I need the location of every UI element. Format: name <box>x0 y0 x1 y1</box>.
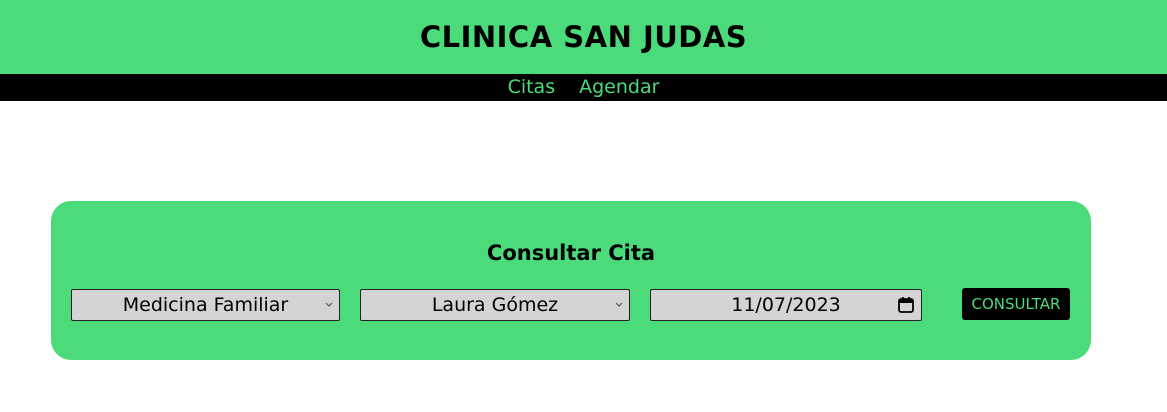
calendar-icon[interactable] <box>897 296 915 314</box>
chevron-down-icon <box>325 302 333 307</box>
nav-item-agendar[interactable]: Agendar <box>579 74 659 101</box>
specialty-select-value: Medicina Familiar <box>122 294 289 316</box>
chevron-down-icon <box>615 302 623 307</box>
specialty-select[interactable]: Medicina Familiar <box>71 289 340 321</box>
nav-item-citas[interactable]: Citas <box>508 74 556 101</box>
date-input-value: 11/07/2023 <box>731 294 841 316</box>
doctor-select-value: Laura Gómez <box>431 294 559 316</box>
site-header: CLINICA SAN JUDAS <box>0 0 1167 74</box>
panel-title: Consultar Cita <box>486 241 656 265</box>
date-input[interactable]: 11/07/2023 <box>650 289 922 321</box>
doctor-select[interactable]: Laura Gómez <box>360 289 630 321</box>
consult-button[interactable]: CONSULTAR <box>962 288 1070 320</box>
main-nav: Citas Agendar <box>0 74 1167 101</box>
consult-appointment-panel: Consultar Cita Medicina Familiar Laura G… <box>51 201 1091 360</box>
site-title: CLINICA SAN JUDAS <box>419 20 748 54</box>
